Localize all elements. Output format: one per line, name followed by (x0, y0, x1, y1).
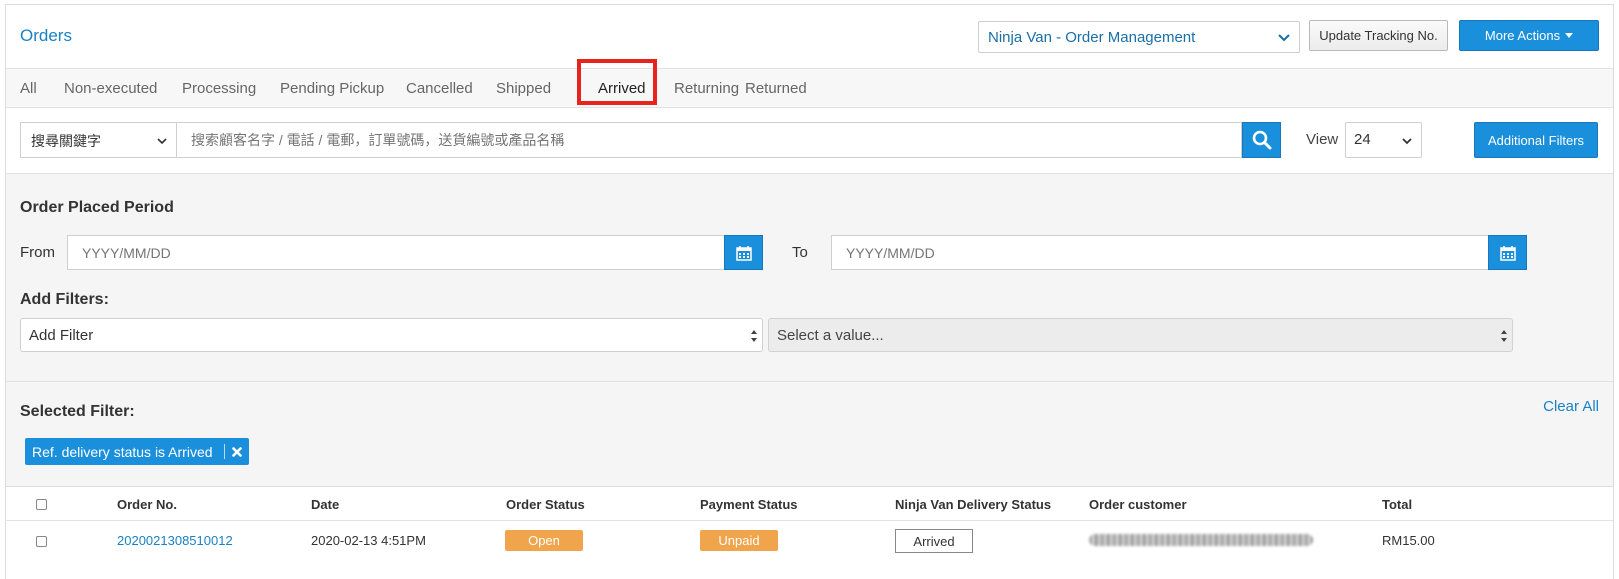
search-input[interactable] (176, 122, 1242, 158)
tab-all[interactable]: All (20, 80, 37, 97)
add-filter-select[interactable]: Add Filter (20, 318, 763, 352)
calendar-icon (1499, 245, 1516, 261)
orders-panel: Orders Ninja Van - Order Management Upda… (5, 4, 1614, 579)
tab-arrived[interactable]: Arrived (598, 80, 646, 97)
tab-non-executed[interactable]: Non-executed (64, 80, 157, 97)
row-checkbox[interactable] (36, 536, 47, 547)
selected-filter-panel: Selected Filter: Clear All Ref. delivery… (6, 382, 1613, 487)
to-label: To (792, 244, 808, 261)
view-count-select[interactable]: 24 (1345, 122, 1422, 158)
more-actions-button[interactable]: More Actions (1459, 20, 1599, 51)
order-number-link[interactable]: 2020021308510012 (117, 533, 233, 548)
search-row: 搜尋關鍵字 View 24 Additional Filters (6, 108, 1613, 174)
tab-processing[interactable]: Processing (182, 80, 256, 97)
remove-filter-button[interactable] (225, 438, 249, 465)
from-label: From (20, 244, 55, 261)
more-actions-label: More Actions (1484, 28, 1561, 43)
search-button[interactable] (1242, 122, 1281, 158)
updown-arrows-icon (1501, 330, 1507, 342)
page-title: Orders (20, 26, 72, 45)
tab-returning[interactable]: Returning (674, 80, 739, 97)
filter-chip: Ref. delivery status is Arrived (25, 438, 249, 465)
store-select-value: Ninja Van - Order Management (988, 29, 1196, 46)
filter-chip-label: Ref. delivery status is Arrived (32, 443, 213, 460)
add-filters-title: Add Filters: (20, 291, 109, 308)
order-total: RM15.00 (1382, 533, 1435, 548)
status-tabs: All Non-executed Processing Pending Pick… (6, 69, 1613, 108)
view-label: View (1306, 131, 1339, 148)
filter-panel: Order Placed Period From To Add Filters:… (6, 174, 1613, 382)
additional-filters-button[interactable]: Additional Filters (1474, 122, 1598, 158)
filter-value-select[interactable]: Select a value... (768, 318, 1513, 352)
search-icon (1252, 130, 1271, 150)
column-header-payment-status[interactable]: Payment Status (700, 497, 798, 512)
caret-down-icon (1565, 33, 1574, 38)
select-all-checkbox[interactable] (36, 499, 47, 510)
column-header-order-status[interactable]: Order Status (506, 497, 585, 512)
chevron-down-icon (1278, 34, 1290, 42)
clear-all-link[interactable]: Clear All (1543, 398, 1599, 415)
column-header-delivery-status[interactable]: Ninja Van Delivery Status (895, 497, 1051, 512)
column-header-order-no[interactable]: Order No. (117, 497, 177, 512)
from-date-input[interactable] (67, 235, 725, 270)
tab-shipped[interactable]: Shipped (496, 80, 551, 97)
to-calendar-button[interactable] (1488, 235, 1527, 270)
calendar-icon (735, 245, 752, 261)
to-date-input[interactable] (831, 235, 1489, 270)
chevron-down-icon (1402, 138, 1412, 145)
close-icon (231, 446, 242, 457)
column-header-date[interactable]: Date (311, 497, 339, 512)
keyword-select-value: 搜尋關鍵字 (31, 133, 101, 149)
add-filter-value: Add Filter (29, 327, 94, 344)
updown-arrows-icon (751, 330, 757, 342)
order-date: 2020-02-13 4:51PM (311, 533, 426, 548)
tab-cancelled[interactable]: Cancelled (406, 80, 473, 97)
orders-header: Orders Ninja Van - Order Management Upda… (6, 5, 1613, 69)
keyword-select[interactable]: 搜尋關鍵字 (20, 122, 176, 158)
view-count-value: 24 (1354, 131, 1371, 148)
table-header: Order No. Date Order Status Payment Stat… (6, 487, 1613, 521)
update-tracking-button[interactable]: Update Tracking No. (1309, 20, 1448, 51)
order-status-badge: Open (505, 530, 583, 551)
tab-returned[interactable]: Returned (745, 80, 807, 97)
filter-value-placeholder: Select a value... (777, 327, 884, 344)
from-calendar-button[interactable] (724, 235, 763, 270)
tab-pending-pickup[interactable]: Pending Pickup (280, 80, 384, 97)
redacted-customer-name (1089, 534, 1313, 546)
table-row[interactable]: 2020021308510012 2020-02-13 4:51PM Open … (6, 521, 1613, 561)
store-select[interactable]: Ninja Van - Order Management (978, 21, 1300, 53)
column-header-order-customer[interactable]: Order customer (1089, 497, 1187, 512)
order-placed-period-title: Order Placed Period (20, 199, 174, 216)
chevron-down-icon (157, 138, 167, 145)
column-header-total[interactable]: Total (1382, 497, 1412, 512)
payment-status-badge: Unpaid (700, 530, 778, 551)
selected-filter-title: Selected Filter: (20, 403, 135, 420)
delivery-status-badge: Arrived (895, 529, 973, 553)
